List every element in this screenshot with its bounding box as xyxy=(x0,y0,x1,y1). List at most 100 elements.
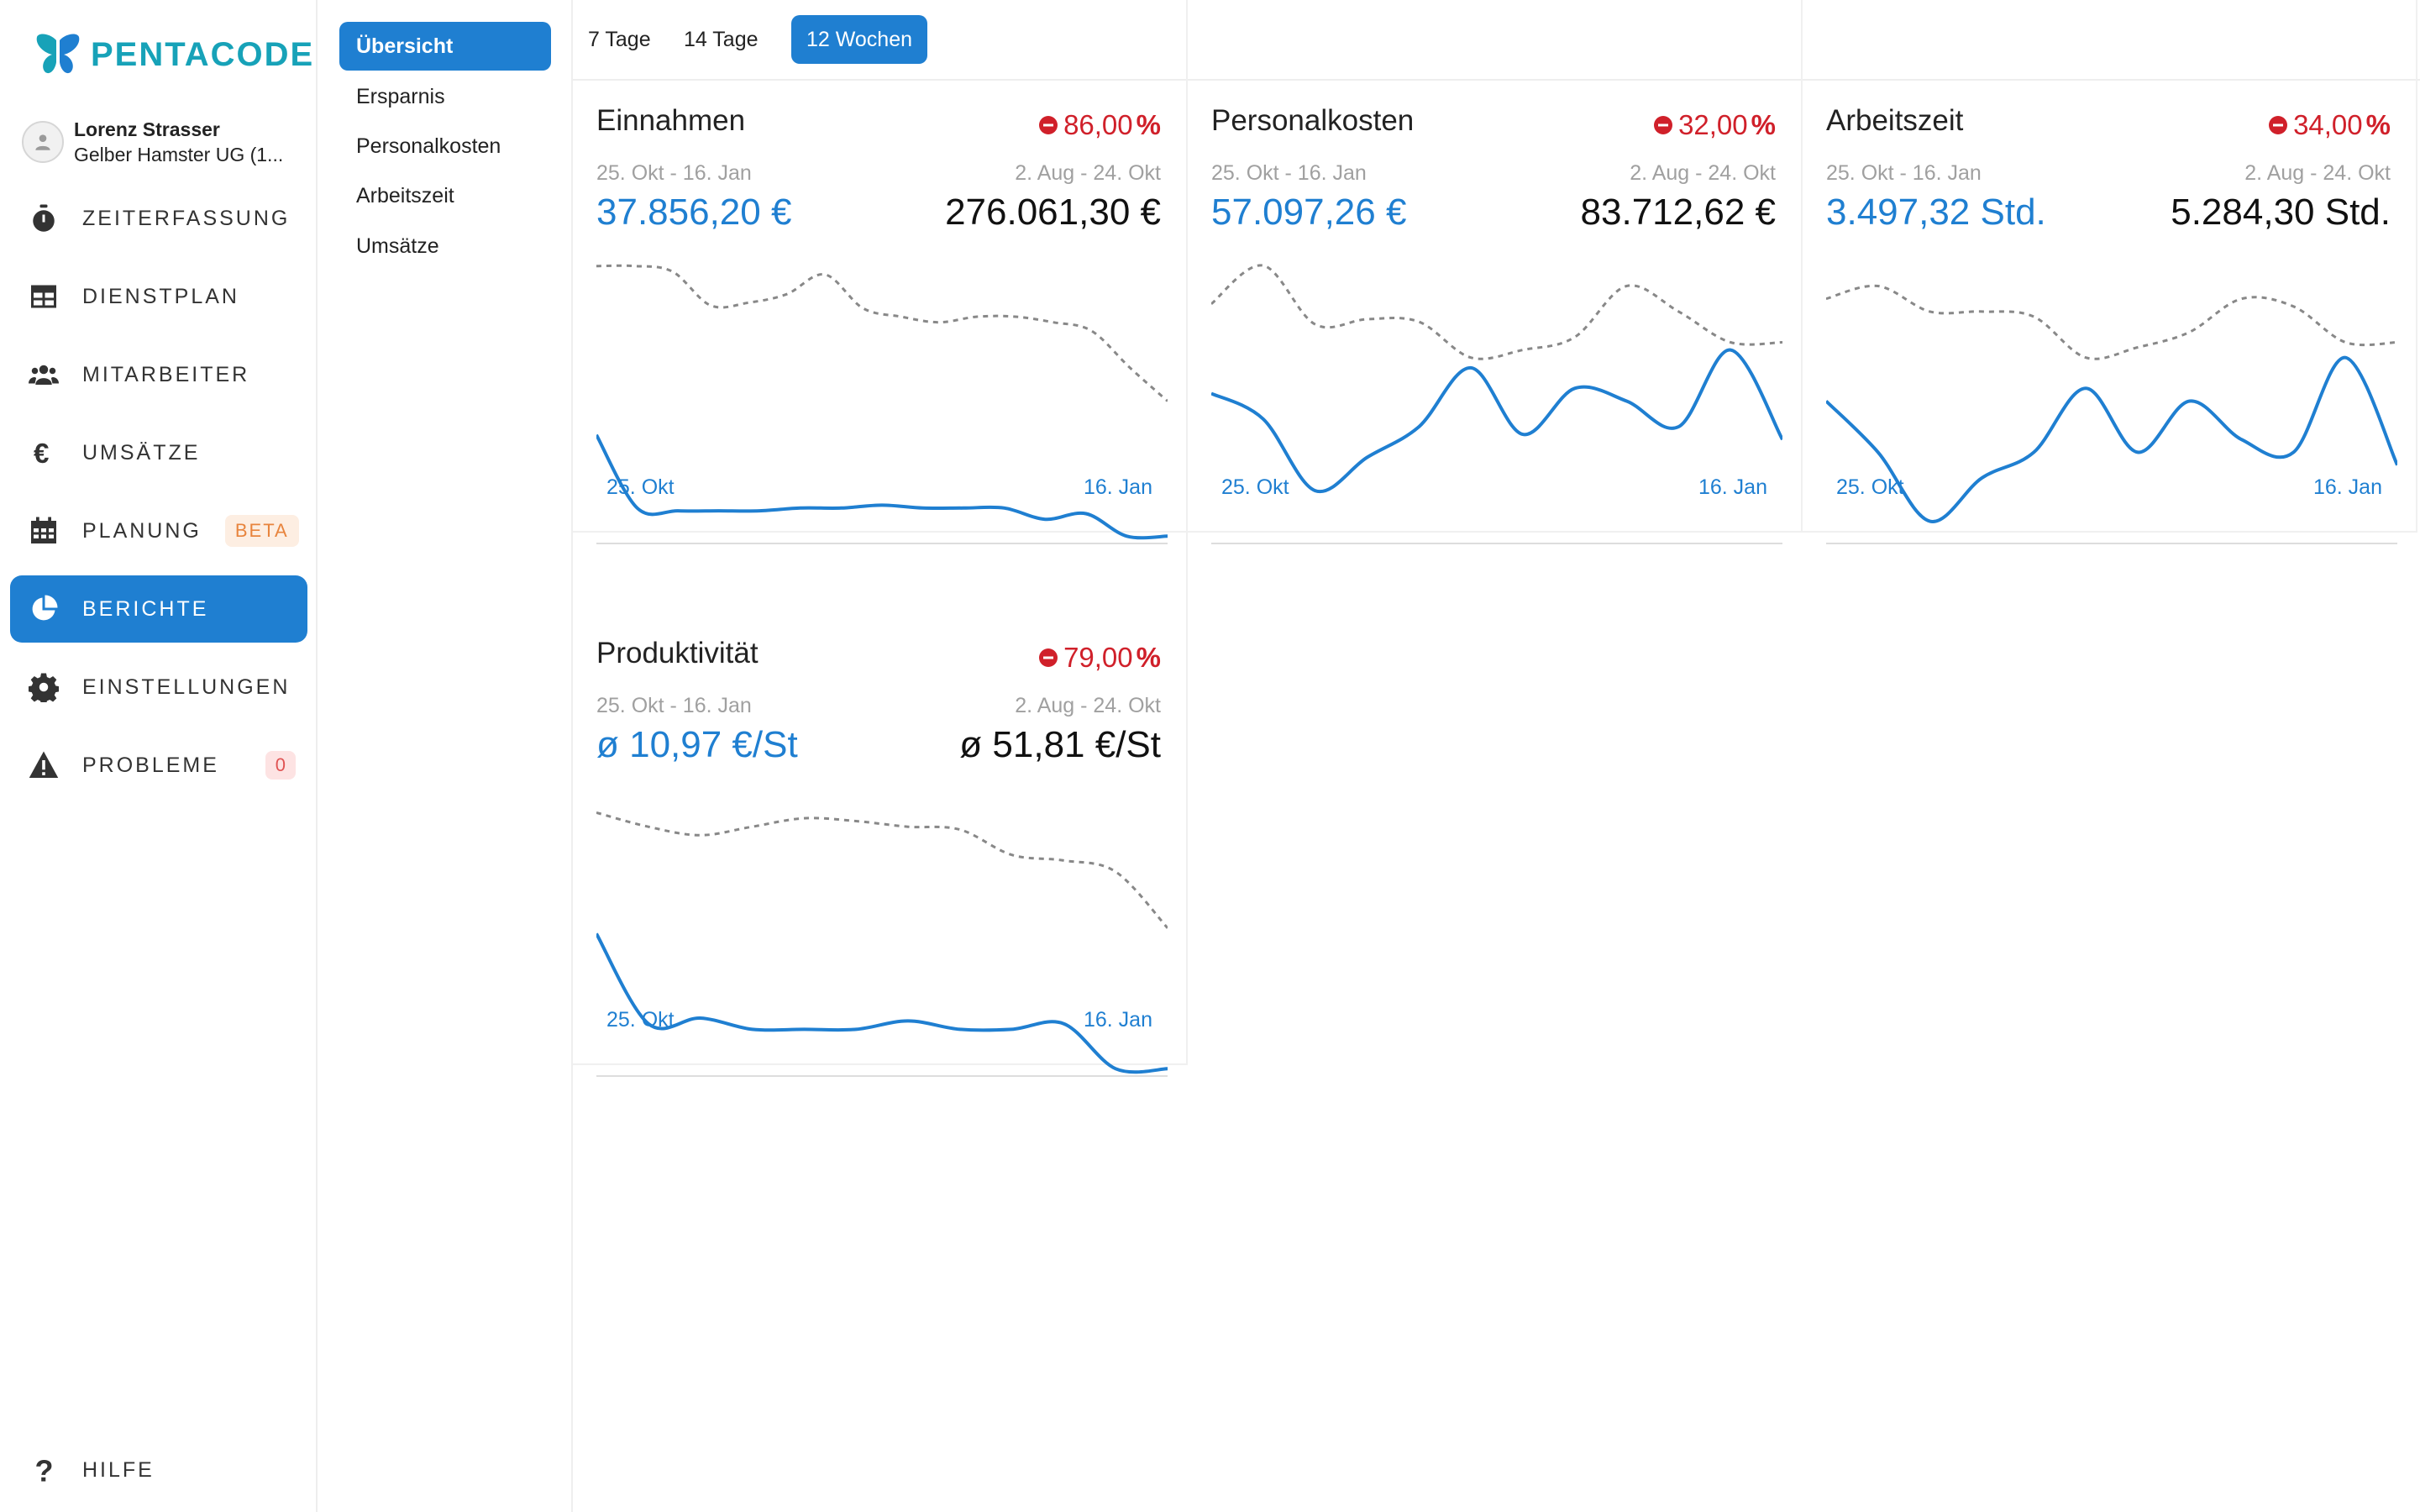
change-indicator: 79,00 % xyxy=(1038,642,1161,674)
percent-sign: % xyxy=(1751,109,1776,140)
brand-name: PENTACODE xyxy=(91,35,315,73)
previous-period-range: 2. Aug - 24. Okt xyxy=(1015,694,1161,717)
minus-circle-icon xyxy=(1654,116,1673,134)
user-avatar-icon xyxy=(35,134,50,150)
warning-icon xyxy=(27,748,60,782)
nav-item-zeiterfassung[interactable]: Zeiterfassung xyxy=(10,185,307,252)
calendar-icon xyxy=(27,514,60,548)
change-indicator: 32,00 % xyxy=(1653,109,1776,141)
company-name: Gelber Hamster UG (1... xyxy=(74,144,284,165)
previous-period-value: 83.712,62 € xyxy=(1580,192,1776,233)
nav-item-umsaetze[interactable]: € Umsätze xyxy=(10,419,307,486)
x-axis-start-label: 25. Okt xyxy=(606,475,675,499)
avatar xyxy=(22,121,64,163)
subnav-item-arbeitszeit[interactable]: Arbeitszeit xyxy=(339,171,551,220)
current-period-value: 3.497,32 Std. xyxy=(1826,192,2046,233)
x-axis-start-label: 25. Okt xyxy=(1836,475,1904,499)
nav-label: Umsätze xyxy=(82,440,201,465)
percent-sign: % xyxy=(1136,109,1161,140)
percent-sign: % xyxy=(1136,642,1161,673)
nav-item-probleme[interactable]: Probleme 0 xyxy=(10,732,307,799)
change-value: 32,00 xyxy=(1678,109,1748,140)
svg-text:€: € xyxy=(34,438,49,468)
change-indicator: 34,00 % xyxy=(2268,109,2391,141)
x-axis-start-label: 25. Okt xyxy=(1221,475,1289,499)
table-icon xyxy=(27,280,60,313)
nav-item-planung[interactable]: Planung BETA xyxy=(10,497,307,564)
x-axis-end-label: 16. Jan xyxy=(2312,475,2382,499)
nav-item-hilfe[interactable]: ? Hilfe xyxy=(10,1436,307,1504)
previous-period-range: 2. Aug - 24. Okt xyxy=(1630,161,1776,185)
current-period-value: ø 10,97 €/St xyxy=(596,724,798,765)
current-period-range: 25. Okt - 16. Jan xyxy=(1826,161,1982,185)
current-period-value: 37.856,20 € xyxy=(596,192,792,233)
minus-circle-icon xyxy=(1039,648,1058,667)
app-window: PENTACODE Lorenz Strasser Gelber Hamster… xyxy=(0,0,2420,1512)
nav-label: Mitarbeiter xyxy=(82,362,250,386)
previous-period-line xyxy=(596,811,1168,929)
x-axis-start-label: 25. Okt xyxy=(606,1008,675,1032)
trend-chart xyxy=(1211,264,1782,544)
metric-card-arbeitszeit[interactable]: Arbeitszeit 34,00 % 25. Okt - 16. Jan 2.… xyxy=(1803,0,2417,544)
trend-chart xyxy=(596,264,1168,544)
euro-icon: € xyxy=(27,436,60,470)
minus-circle-icon xyxy=(1039,116,1058,134)
minus-circle-icon xyxy=(2269,116,2288,134)
subnav-item-personalkosten[interactable]: Personalkosten xyxy=(339,122,551,171)
card-title: Einnahmen xyxy=(596,104,746,137)
current-period-range: 25. Okt - 16. Jan xyxy=(1211,161,1367,185)
main-sidebar: PENTACODE Lorenz Strasser Gelber Hamster… xyxy=(0,0,318,1512)
x-axis-end-label: 16. Jan xyxy=(1083,475,1152,499)
user-profile[interactable]: Lorenz Strasser Gelber Hamster UG (1... xyxy=(22,113,318,171)
current-period-range: 25. Okt - 16. Jan xyxy=(596,694,752,717)
nav-item-mitarbeiter[interactable]: Mitarbeiter xyxy=(10,341,307,408)
nav-item-dienstplan[interactable]: Dienstplan xyxy=(10,263,307,330)
metric-card-produktivitaet[interactable]: Produktivität 79,00 % 25. Okt - 16. Jan … xyxy=(573,533,1188,1077)
current-period-line xyxy=(1826,355,2397,523)
previous-period-line xyxy=(1211,264,1782,360)
trend-chart xyxy=(596,811,1168,1077)
current-period-line xyxy=(596,932,1168,1074)
previous-period-line xyxy=(1826,284,2397,360)
current-period-value: 57.097,26 € xyxy=(1211,192,1407,233)
nav-item-berichte[interactable]: Berichte xyxy=(10,575,307,643)
butterfly-logo-icon xyxy=(36,34,80,74)
subnav-item-umsaetze[interactable]: Umsätze xyxy=(339,222,551,270)
x-axis-end-label: 16. Jan xyxy=(1083,1008,1152,1032)
card-title: Personalkosten xyxy=(1211,104,1415,137)
user-name: Lorenz Strasser xyxy=(74,118,220,140)
metric-card-einnahmen[interactable]: Einnahmen 86,00 % 25. Okt - 16. Jan 2. A… xyxy=(573,0,1188,544)
reports-subnav: Übersicht Ersparnis Personalkosten Arbei… xyxy=(318,0,573,1512)
change-value: 86,00 xyxy=(1063,109,1133,140)
users-icon xyxy=(27,358,60,391)
previous-period-value: ø 51,81 €/St xyxy=(959,724,1161,765)
change-value: 79,00 xyxy=(1063,642,1133,673)
pie-chart-icon xyxy=(27,592,60,626)
metric-card-personalkosten[interactable]: Personalkosten 32,00 % 25. Okt - 16. Jan… xyxy=(1188,0,1803,544)
gear-icon xyxy=(27,670,60,704)
current-period-line xyxy=(596,433,1168,540)
beta-badge: BETA xyxy=(224,515,299,547)
card-title: Arbeitszeit xyxy=(1826,104,1964,137)
previous-period-value: 5.284,30 Std. xyxy=(2171,192,2391,233)
current-period-line xyxy=(1211,348,1782,494)
nav-label: Zeiterfassung xyxy=(82,206,291,230)
card-title: Produktivität xyxy=(596,637,759,669)
percent-sign: % xyxy=(2365,109,2391,140)
question-icon: ? xyxy=(27,1453,60,1487)
stopwatch-icon xyxy=(27,202,60,235)
nav-label: Berichte xyxy=(82,596,209,621)
nav-item-einstellungen[interactable]: Einstellungen xyxy=(10,654,307,721)
brand-logo[interactable]: PENTACODE xyxy=(34,32,314,77)
trend-chart xyxy=(1826,284,2397,544)
previous-period-range: 2. Aug - 24. Okt xyxy=(1015,161,1161,185)
change-value: 34,00 xyxy=(2293,109,2363,140)
subnav-item-uebersicht[interactable]: Übersicht xyxy=(339,22,551,71)
x-axis-end-label: 16. Jan xyxy=(1698,475,1767,499)
previous-period-line xyxy=(596,264,1168,402)
nav-label: Einstellungen xyxy=(82,675,291,699)
problems-count-badge: 0 xyxy=(265,751,296,780)
svg-text:?: ? xyxy=(35,1455,54,1485)
previous-period-range: 2. Aug - 24. Okt xyxy=(2244,161,2391,185)
subnav-item-ersparnis[interactable]: Ersparnis xyxy=(339,72,551,121)
